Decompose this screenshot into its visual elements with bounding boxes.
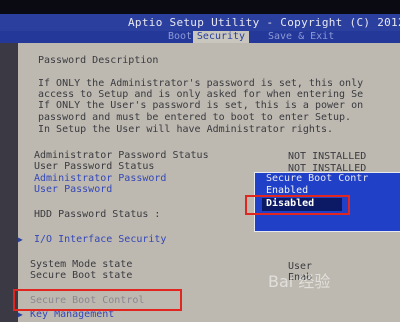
left-shadow	[0, 43, 18, 322]
password-description-title: Password Description	[38, 55, 159, 66]
description-line: If ONLY the User's password is set, this…	[38, 100, 364, 111]
user-password-item[interactable]: User Password	[34, 184, 112, 196]
secure-boot-state-label: Secure Boot state	[30, 270, 133, 281]
user-password-status-label: User Password Status	[34, 161, 155, 172]
tab-boot[interactable]: Boot	[168, 31, 192, 43]
red-highlight-box	[13, 289, 182, 311]
tab-save-exit[interactable]: Save & Exit	[268, 31, 334, 43]
monitor-bezel	[0, 0, 400, 14]
io-interface-security-item[interactable]: I/O Interface Security	[34, 234, 166, 246]
submenu-arrow-icon: ▶	[18, 310, 23, 319]
admin-password-status-value: NOT INSTALLED	[288, 151, 367, 162]
submenu-arrow-icon: ▶	[18, 235, 23, 244]
red-highlight-box	[245, 195, 350, 215]
description-line: password and must be entered to boot to …	[38, 112, 352, 123]
hdd-password-status-label: HDD Password Status :	[34, 209, 161, 220]
description-line: In Setup the User will have Administrato…	[38, 124, 334, 135]
app-title: Aptio Setup Utility - Copyright (C) 2012	[128, 16, 400, 29]
popup-title: Secure Boot Contr	[266, 173, 369, 184]
tab-security[interactable]: Security	[193, 31, 249, 43]
watermark-logo: Bai 经验	[268, 272, 331, 291]
